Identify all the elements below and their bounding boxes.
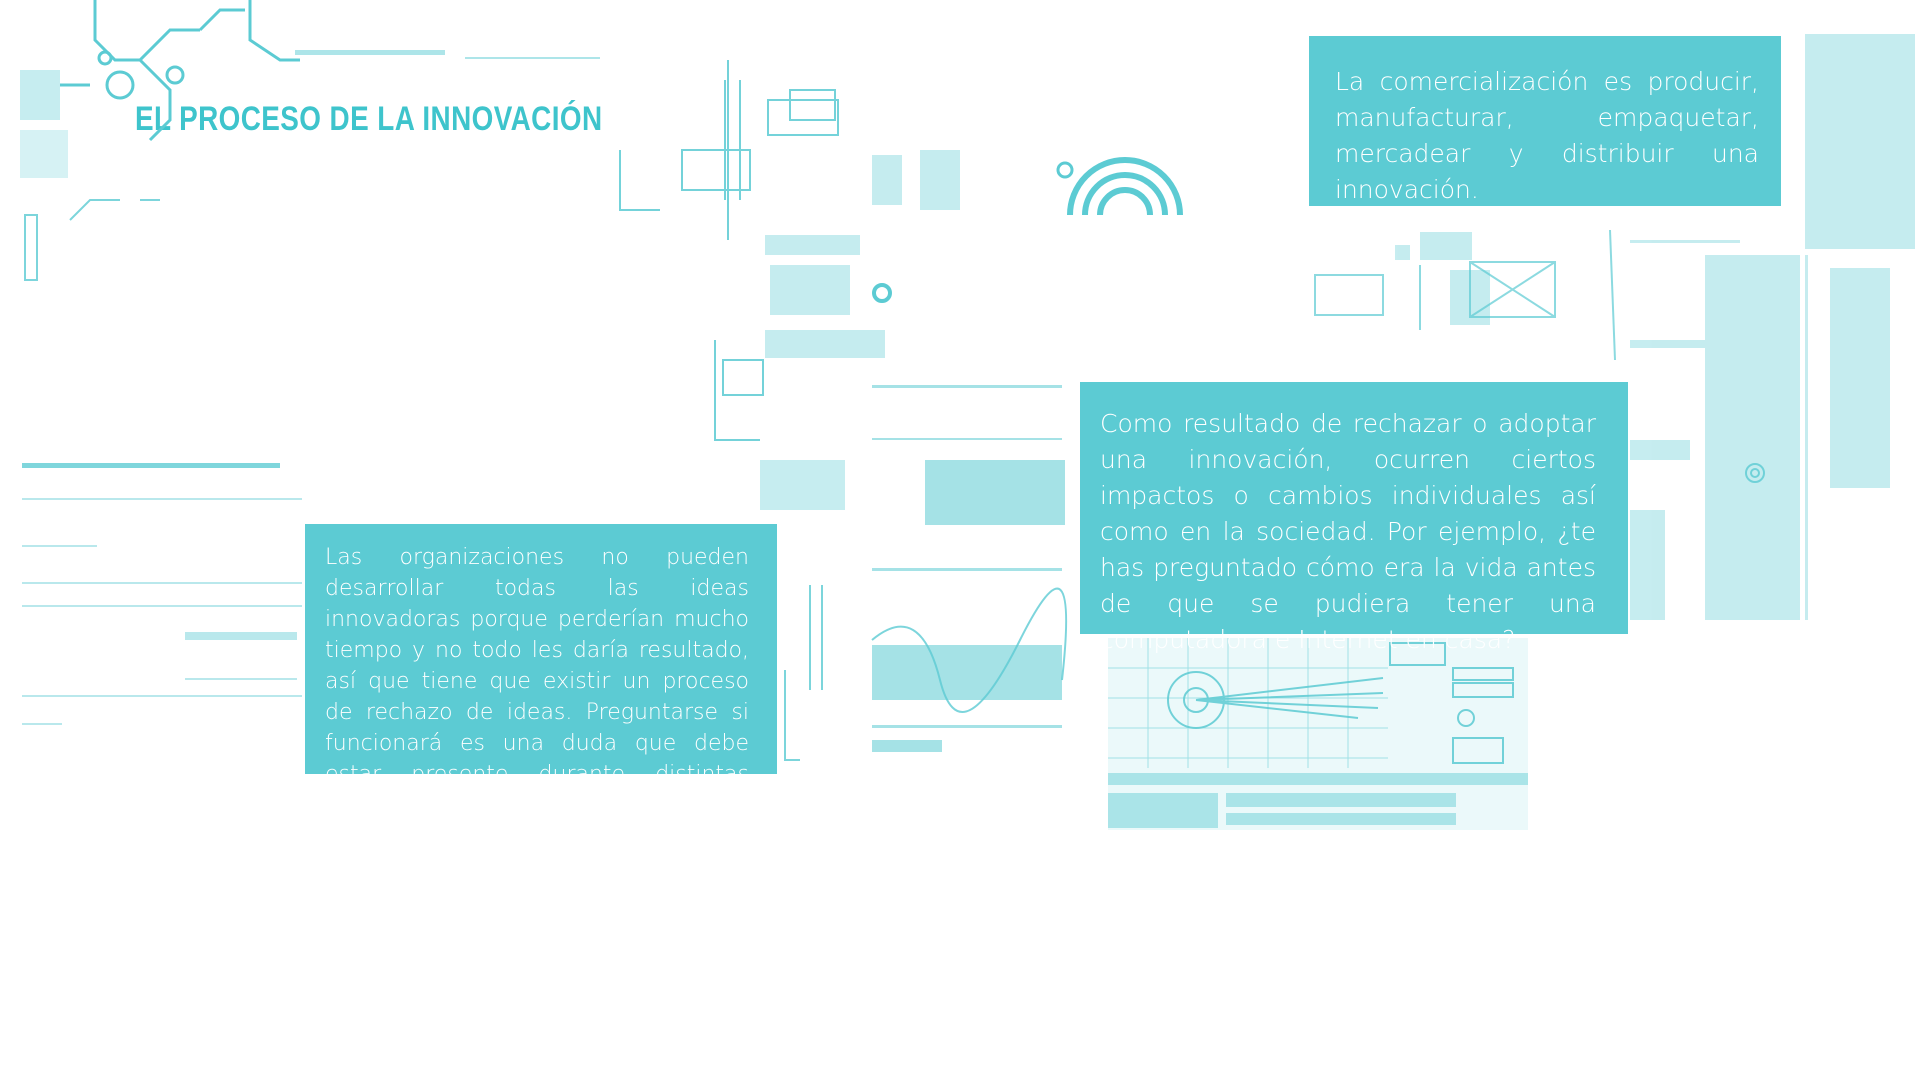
hud-line — [22, 498, 302, 500]
text-card-commercialization: La comercialización es producir, manufac… — [1309, 36, 1781, 206]
card-text: Como resultado de rechazar o adoptar una… — [1100, 409, 1596, 654]
hud-line — [22, 723, 62, 725]
hud-line — [22, 463, 280, 468]
text-card-rejection: Las organizaciones no pueden desarrollar… — [305, 524, 777, 818]
hud-line — [185, 632, 297, 640]
hud-line — [22, 582, 302, 584]
card-text: Las organizaciones no pueden desarrollar… — [325, 545, 749, 818]
hud-line — [22, 605, 302, 607]
hud-chart-bottom — [1108, 638, 1528, 830]
circuit-decoration-topleft — [20, 0, 600, 281]
hud-line — [22, 545, 97, 547]
hud-line — [22, 695, 302, 697]
hud-line — [185, 678, 297, 680]
card-text: La comercialización es producir, manufac… — [1335, 67, 1759, 204]
text-card-impacts: Como resultado de rechazar o adoptar una… — [1080, 382, 1628, 654]
